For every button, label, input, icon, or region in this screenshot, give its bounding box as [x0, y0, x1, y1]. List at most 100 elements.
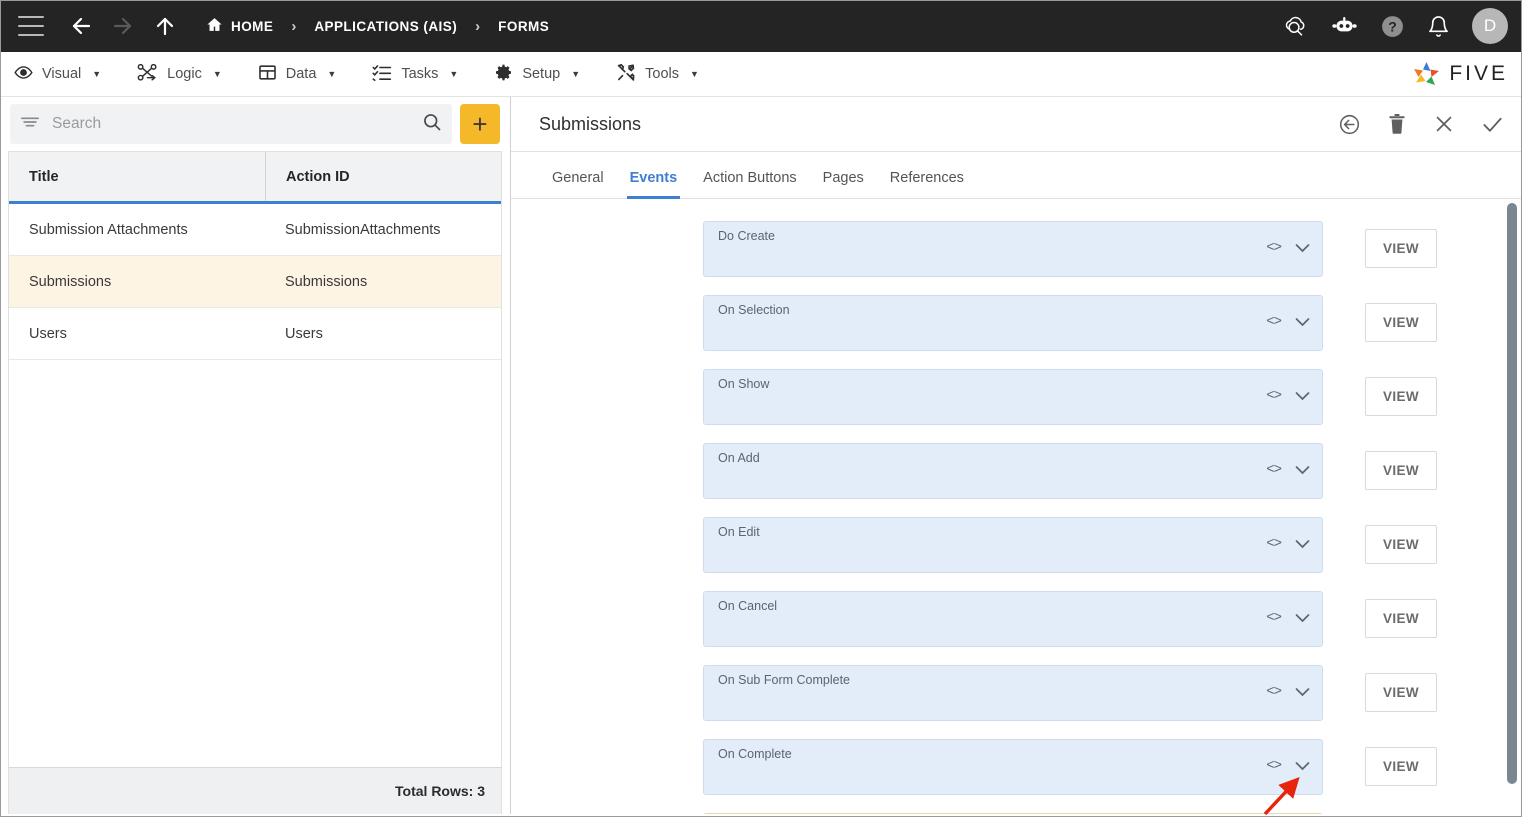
- table-icon: [258, 63, 277, 86]
- tab-events[interactable]: Events: [617, 170, 691, 199]
- view-button[interactable]: VIEW: [1365, 451, 1437, 490]
- event-field-on-cancel[interactable]: On Cancel <>: [703, 591, 1323, 647]
- view-button[interactable]: VIEW: [1365, 525, 1437, 564]
- event-row: On Cancel <> VIEW: [511, 591, 1522, 647]
- detail-header-actions: [1338, 113, 1504, 136]
- chevron-down-icon[interactable]: [1295, 539, 1310, 549]
- chevron-down-icon[interactable]: [1295, 465, 1310, 475]
- event-field-on-selection[interactable]: On Selection <>: [703, 295, 1323, 351]
- table-row[interactable]: Users Users: [9, 308, 501, 360]
- tab-pages[interactable]: Pages: [810, 170, 877, 198]
- cell-action-id: SubmissionAttachments: [285, 221, 441, 238]
- close-icon[interactable]: [1433, 113, 1455, 135]
- forward-arrow-icon[interactable]: [106, 9, 140, 43]
- chat-bot-icon[interactable]: [1331, 16, 1358, 36]
- chevron-down-icon[interactable]: [1295, 761, 1310, 771]
- chevron-down-icon[interactable]: [1295, 687, 1310, 697]
- bell-icon[interactable]: [1427, 15, 1450, 38]
- total-rows-label: Total Rows: 3: [8, 767, 502, 814]
- column-header-title[interactable]: Title: [9, 152, 265, 201]
- event-field-on-add[interactable]: On Add <>: [703, 443, 1323, 499]
- code-icon[interactable]: <>: [1266, 314, 1282, 330]
- filter-icon[interactable]: [20, 114, 40, 135]
- event-label: On Complete: [718, 747, 792, 761]
- cell-action-id: Submissions: [285, 273, 368, 290]
- event-row: Do Create <> VIEW: [511, 221, 1522, 277]
- checklist-icon: [372, 63, 392, 86]
- detail-header: Submissions: [511, 97, 1522, 152]
- menu-item-tools[interactable]: Tools ▼: [616, 63, 699, 86]
- code-icon[interactable]: <>: [1266, 610, 1282, 626]
- avatar[interactable]: D: [1472, 8, 1508, 44]
- add-button[interactable]: +: [460, 104, 500, 144]
- code-icon[interactable]: <>: [1266, 684, 1282, 700]
- event-field-on-show[interactable]: On Show <>: [703, 369, 1323, 425]
- back-circle-icon[interactable]: [1338, 113, 1361, 136]
- event-field-icons: <>: [1266, 314, 1310, 330]
- main-content: + Title Action ID Submission Attachments…: [0, 97, 1522, 814]
- breadcrumb-item-forms[interactable]: FORMS: [496, 15, 551, 38]
- table-row[interactable]: Submissions Submissions: [9, 256, 501, 308]
- menu-label-setup: Setup: [522, 66, 561, 82]
- help-icon[interactable]: ?: [1380, 14, 1405, 39]
- table-row[interactable]: Submission Attachments SubmissionAttachm…: [9, 204, 501, 256]
- event-label: On Show: [718, 377, 770, 391]
- view-button[interactable]: VIEW: [1365, 377, 1437, 416]
- chevron-down-icon[interactable]: [1295, 391, 1310, 401]
- cell-title: Submissions: [29, 273, 112, 290]
- application-window: HOME › APPLICATIONS (AIS) › FORMS ? D Vi…: [0, 0, 1522, 817]
- breadcrumb-item-applications[interactable]: APPLICATIONS (AIS): [312, 15, 459, 38]
- tab-general[interactable]: General: [539, 170, 617, 198]
- event-field-icons: <>: [1266, 388, 1310, 404]
- chevron-down-icon[interactable]: [1295, 613, 1310, 623]
- chevron-down-icon: ▼: [449, 69, 459, 79]
- event-field-do-create[interactable]: Do Create <>: [703, 221, 1323, 277]
- code-icon[interactable]: <>: [1266, 758, 1282, 774]
- chevron-down-icon: ▼: [92, 69, 102, 79]
- code-icon[interactable]: <>: [1266, 388, 1282, 404]
- menu-item-visual[interactable]: Visual ▼: [14, 63, 101, 86]
- view-button[interactable]: VIEW: [1365, 303, 1437, 342]
- view-button[interactable]: VIEW: [1365, 229, 1437, 268]
- cloud-check-icon[interactable]: [1281, 13, 1309, 39]
- breadcrumb-item-home[interactable]: HOME: [204, 12, 275, 40]
- column-header-action-id[interactable]: Action ID: [265, 152, 501, 201]
- chevron-down-icon[interactable]: [1295, 243, 1310, 253]
- view-button[interactable]: VIEW: [1365, 673, 1437, 712]
- view-button[interactable]: VIEW: [1365, 747, 1437, 786]
- menu-item-setup[interactable]: Setup ▼: [494, 63, 580, 86]
- event-field-on-complete[interactable]: On Complete <>: [703, 739, 1323, 795]
- code-icon[interactable]: <>: [1266, 536, 1282, 552]
- menu-item-data[interactable]: Data ▼: [258, 63, 337, 86]
- search-box[interactable]: [10, 104, 452, 144]
- chevron-down-icon: ▼: [212, 69, 222, 79]
- event-field-on-edit[interactable]: On Edit <>: [703, 517, 1323, 573]
- events-scrollbar-thumb[interactable]: [1507, 203, 1517, 784]
- breadcrumb-separator: ›: [475, 17, 481, 35]
- event-field-icons: <>: [1266, 240, 1310, 256]
- chevron-down-icon[interactable]: [1295, 317, 1310, 327]
- chevron-down-icon: ▼: [327, 69, 337, 79]
- event-field-on-sub-form-complete[interactable]: On Sub Form Complete <>: [703, 665, 1323, 721]
- code-icon[interactable]: <>: [1266, 240, 1282, 256]
- cell-title: Submission Attachments: [29, 221, 188, 238]
- search-icon[interactable]: [422, 112, 442, 137]
- menu-item-logic[interactable]: Logic ▼: [137, 63, 222, 86]
- up-arrow-icon[interactable]: [148, 9, 182, 43]
- search-input[interactable]: [52, 115, 410, 133]
- delete-icon[interactable]: [1387, 113, 1407, 135]
- menu-label-data: Data: [285, 66, 317, 82]
- tab-references[interactable]: References: [877, 170, 977, 198]
- event-field-do-complete[interactable]: Do Complete DoNewSubmission <>: [703, 813, 1323, 814]
- back-arrow-icon[interactable]: [64, 9, 98, 43]
- events-scrollbar[interactable]: [1506, 203, 1518, 808]
- save-icon[interactable]: [1481, 113, 1504, 136]
- tab-action-buttons[interactable]: Action Buttons: [690, 170, 810, 198]
- top-bar-actions: ? D: [1281, 8, 1508, 44]
- hamburger-menu-icon[interactable]: [18, 16, 44, 36]
- breadcrumb-separator: ›: [291, 17, 297, 35]
- menu-item-tasks[interactable]: Tasks ▼: [372, 63, 458, 86]
- code-icon[interactable]: <>: [1266, 462, 1282, 478]
- view-button[interactable]: VIEW: [1365, 599, 1437, 638]
- module-menu-bar: Visual ▼ Logic ▼ Data ▼ Tasks ▼ Setup ▼ …: [0, 52, 1522, 97]
